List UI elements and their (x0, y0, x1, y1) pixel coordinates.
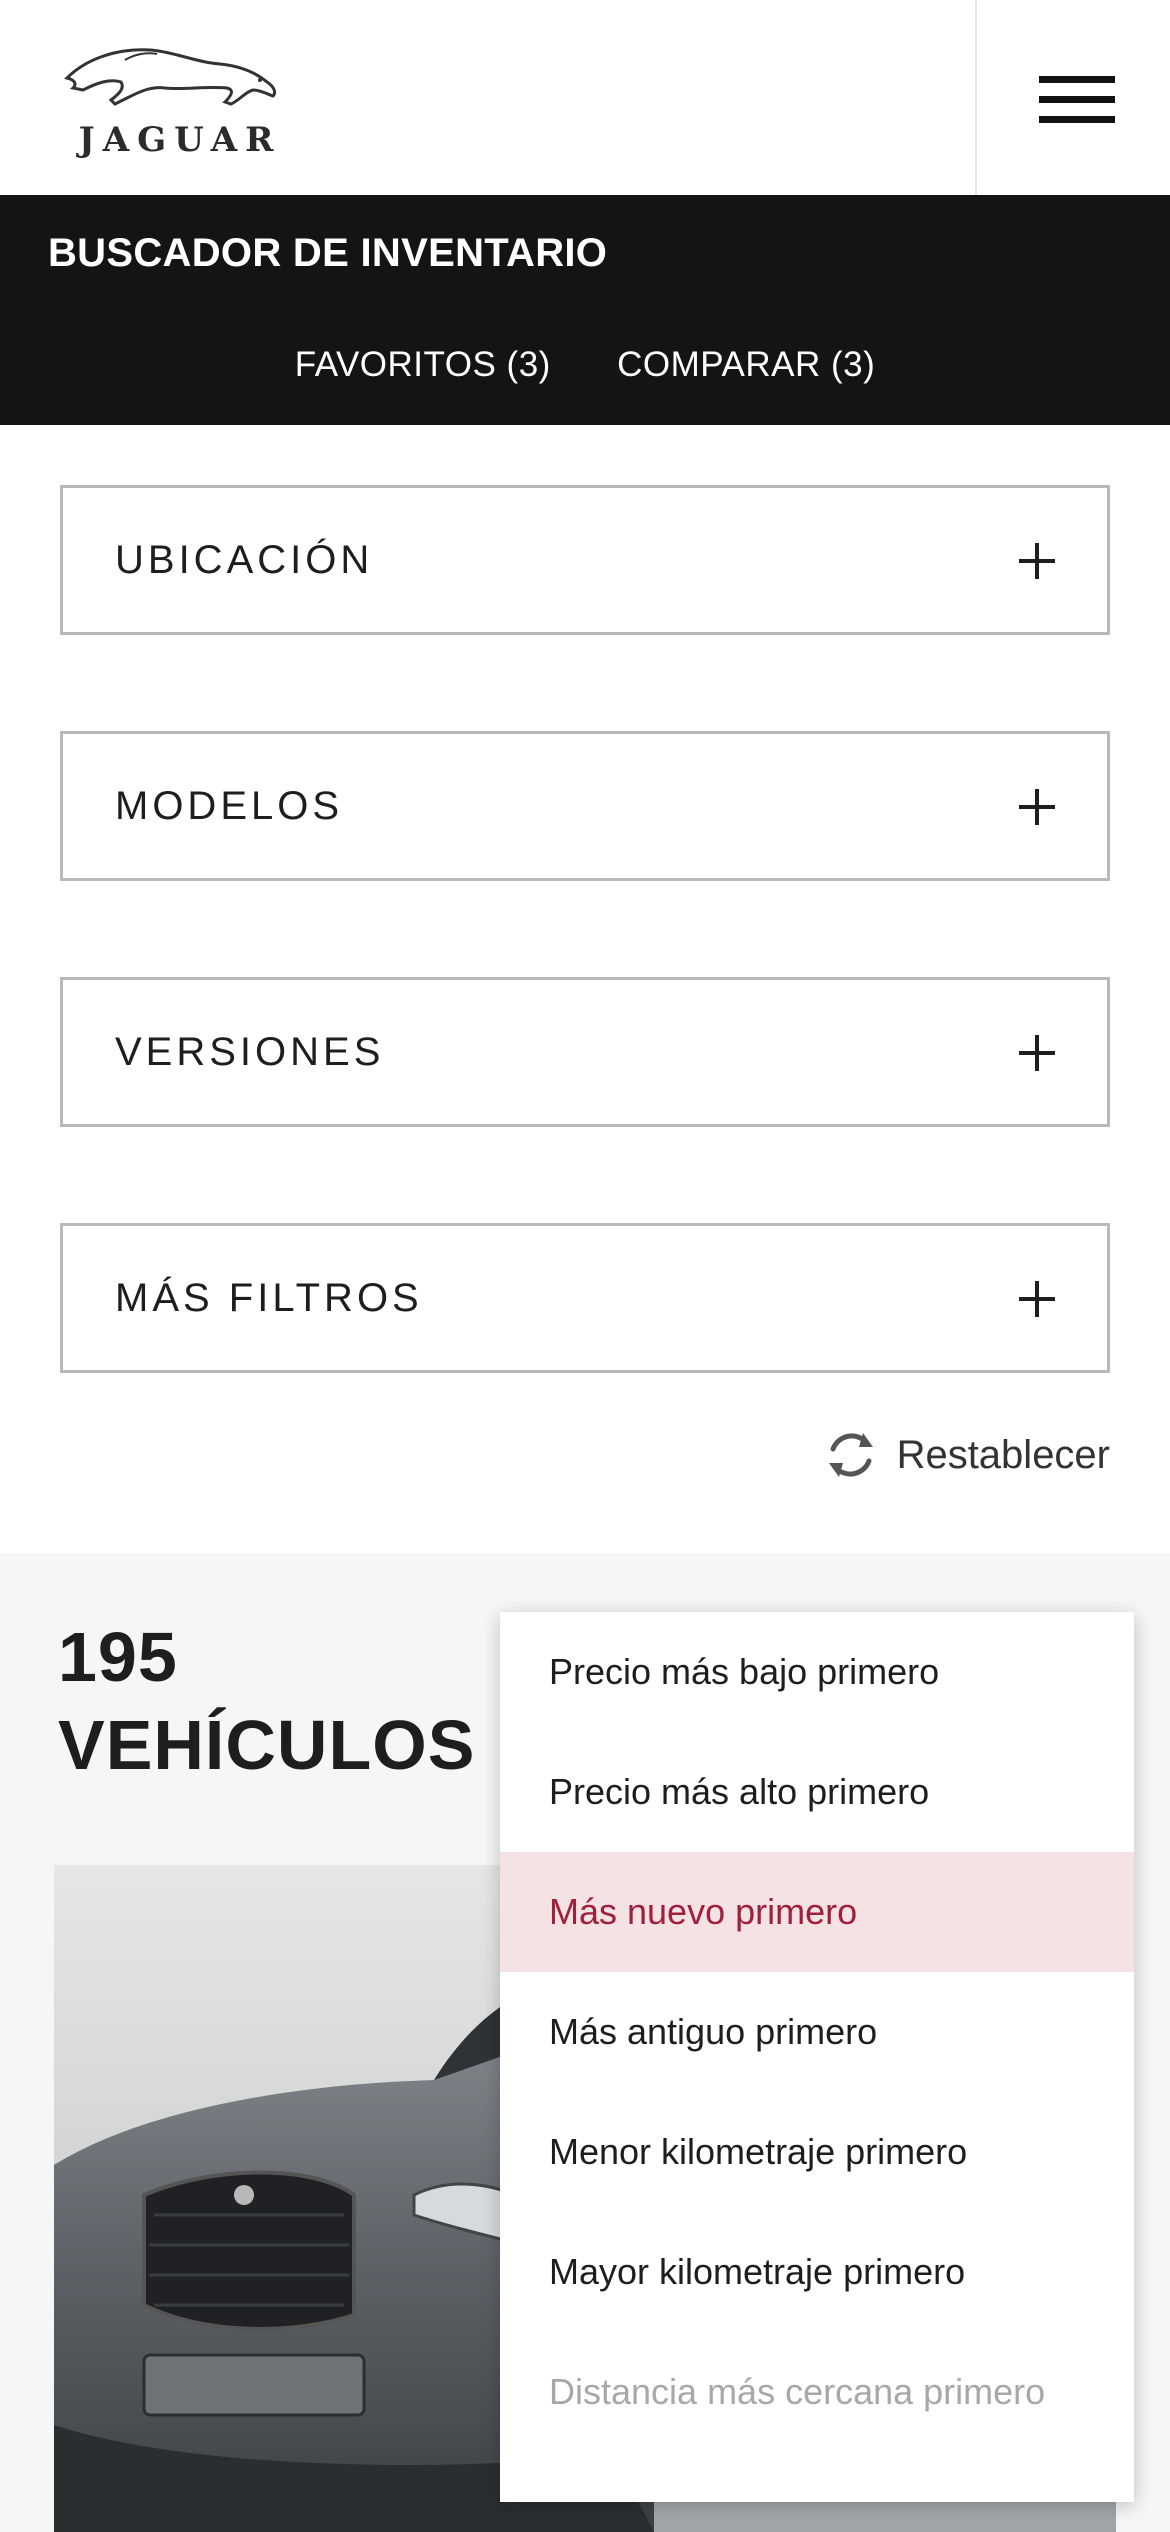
filter-label: VERSIONES (115, 1030, 385, 1074)
plus-icon (1019, 789, 1055, 825)
refresh-icon (828, 1433, 873, 1477)
filter-label: MÁS FILTROS (115, 1276, 423, 1320)
sort-option-price-high[interactable]: Precio más alto primero (500, 1732, 1134, 1852)
page-title: BUSCADOR DE INVENTARIO (48, 231, 608, 275)
plus-icon (1019, 1035, 1055, 1071)
compare-link[interactable]: COMPARAR (3) (617, 345, 875, 385)
logo-wordmark: JAGUAR (78, 120, 282, 160)
jaguar-logo[interactable]: JAGUAR (55, 38, 305, 160)
site-header: JAGUAR (0, 0, 1170, 195)
filter-location[interactable]: UBICACIÓN (60, 485, 1110, 635)
sort-option-mileage-low[interactable]: Menor kilometraje primero (500, 2092, 1134, 2212)
results-count: 195 VEHÍCULOS (58, 1613, 475, 1789)
reset-label: Restablecer (896, 1432, 1110, 1477)
sort-option-distance: Distancia más cercana primero (549, 2371, 1046, 2412)
favorites-link[interactable]: FAVORITOS (3) (295, 345, 551, 385)
hamburger-menu-icon (1039, 76, 1115, 124)
sort-option-price-low[interactable]: Precio más bajo primero (500, 1612, 1134, 1732)
jaguar-leaper-icon (64, 48, 277, 106)
sort-option-mileage-high[interactable]: Mayor kilometraje primero (500, 2212, 1134, 2332)
reset-button[interactable]: Restablecer (823, 1425, 1110, 1485)
plus-icon (1019, 543, 1055, 579)
plus-icon (1019, 1281, 1055, 1317)
menu-button[interactable] (975, 0, 1170, 195)
filter-label: MODELOS (115, 784, 344, 828)
filter-more[interactable]: MÁS FILTROS (60, 1223, 1110, 1373)
sort-option-newest[interactable]: Más nuevo primero (500, 1852, 1134, 1972)
sort-dropdown[interactable]: Precio más bajo primero Precio más alto … (500, 1612, 1134, 2502)
inventory-bar: BUSCADOR DE INVENTARIO FAVORITOS (3) COM… (0, 195, 1170, 425)
sort-option-oldest[interactable]: Más antiguo primero (500, 1972, 1134, 2092)
topbar-links: FAVORITOS (3) COMPARAR (3) (0, 345, 1170, 385)
vehicle-count-label: VEHÍCULOS (58, 1706, 476, 1784)
filter-models[interactable]: MODELOS (60, 731, 1110, 881)
filter-label: UBICACIÓN (115, 538, 374, 582)
vehicle-count: 195 (58, 1618, 178, 1696)
filter-versions[interactable]: VERSIONES (60, 977, 1110, 1127)
